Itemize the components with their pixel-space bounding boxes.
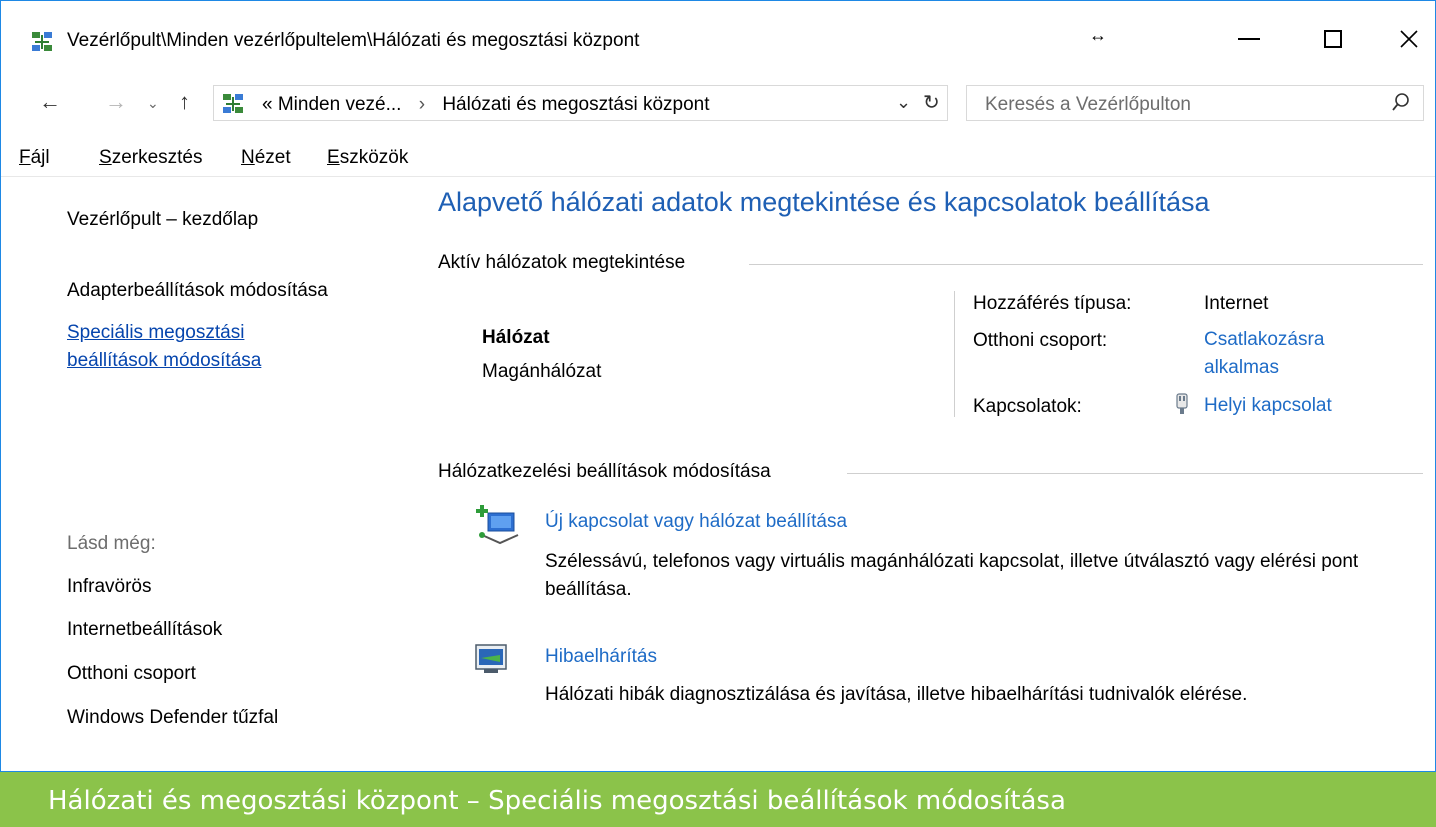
search-icon[interactable]: [1391, 92, 1411, 114]
troubleshoot-description: Hálózati hibák diagnosztizálása és javít…: [545, 684, 1248, 705]
breadcrumb-parent[interactable]: Minden vezé...: [278, 94, 402, 115]
divider: [954, 291, 955, 417]
minimize-icon: [1238, 38, 1260, 40]
address-dropdown-icon[interactable]: ⌄: [896, 92, 911, 113]
see-also-heading: Lásd még:: [67, 533, 156, 554]
homegroup-link[interactable]: Csatlakozásra alkalmas: [1204, 326, 1324, 382]
access-type-value: Internet: [1204, 293, 1269, 314]
control-panel-window: Vezérlőpult\Minden vezérlőpultelem\Hálóz…: [0, 0, 1436, 772]
sidebar-item-internet-options[interactable]: Internetbeállítások: [67, 619, 222, 641]
menu-edit[interactable]: Szerkesztés: [99, 147, 203, 169]
divider: [847, 473, 1423, 474]
breadcrumb-overflow[interactable]: «: [262, 94, 273, 115]
network-center-icon: [32, 32, 52, 51]
troubleshoot-icon: [475, 644, 507, 673]
menu-file[interactable]: Fájl: [19, 147, 50, 169]
menu-tools[interactable]: Eszközök: [327, 147, 408, 169]
forward-arrow-icon[interactable]: →: [105, 89, 127, 115]
menu-view[interactable]: Nézet: [241, 147, 291, 169]
network-type: Magánhálózat: [482, 361, 602, 382]
close-icon: [1400, 30, 1418, 48]
title-bar: Vezérlőpult\Minden vezérlőpultelem\Hálóz…: [1, 1, 1435, 81]
ethernet-adapter-icon: [1176, 393, 1188, 414]
menu-bar: Fájl Szerkesztés Nézet Eszközök: [1, 141, 1435, 177]
maximize-icon: [1324, 30, 1342, 48]
breadcrumb-separator-icon[interactable]: ›: [419, 94, 425, 115]
sidebar-item-homegroup[interactable]: Otthoni csoport: [67, 663, 196, 685]
caption-text: Hálózati és megosztási központ – Speciál…: [48, 786, 1066, 816]
address-bar[interactable]: « Minden vezé... › Hálózati és megosztás…: [213, 85, 948, 121]
sidebar-item-home[interactable]: Vezérlőpult – kezdőlap: [67, 209, 258, 231]
breadcrumb-current[interactable]: Hálózati és megosztási központ: [442, 94, 709, 115]
local-connection-link[interactable]: Helyi kapcsolat: [1204, 392, 1332, 420]
connections-label: Kapcsolatok:: [973, 396, 1082, 417]
caption-banner: Hálózati és megosztási központ – Speciál…: [0, 772, 1436, 827]
settings-section-heading: Hálózatkezelési beállítások módosítása: [438, 461, 771, 482]
sidebar-item-adapter-settings[interactable]: Adapterbeállítások módosítása: [67, 280, 328, 302]
network-name: Hálózat: [482, 327, 550, 348]
new-connection-description: Szélessávú, telefonos vagy virtuális mag…: [545, 551, 1359, 600]
new-connection-icon: [476, 505, 519, 545]
back-arrow-icon[interactable]: ←: [39, 89, 61, 115]
minimize-button[interactable]: [1219, 19, 1279, 59]
sidebar-item-infrared[interactable]: Infravörös: [67, 576, 151, 598]
network-center-icon: [223, 94, 243, 113]
troubleshoot-link[interactable]: Hibaelhárítás: [545, 646, 657, 668]
navigation-bar: ← → ⌄ ↑ « Minden vezé... › Hálózati és m…: [1, 81, 1435, 125]
refresh-icon[interactable]: ↻: [923, 90, 940, 115]
search-box[interactable]: Keresés a Vezérlőpulton: [966, 85, 1424, 121]
divider: [749, 264, 1423, 265]
access-type-label: Hozzáférés típusa:: [973, 293, 1132, 314]
up-arrow-icon[interactable]: ↑: [179, 89, 190, 115]
page-title: Alapvető hálózati adatok megtekintése és…: [438, 187, 1210, 217]
new-connection-link[interactable]: Új kapcsolat vagy hálózat beállítása: [545, 511, 847, 533]
recent-locations-chevron-icon[interactable]: ⌄: [147, 95, 159, 112]
resize-cursor-icon: ↔: [1089, 25, 1107, 45]
close-button[interactable]: [1379, 19, 1436, 59]
breadcrumb: « Minden vezé... › Hálózati és megosztás…: [262, 94, 710, 116]
homegroup-label: Otthoni csoport:: [973, 330, 1108, 351]
active-networks-heading: Aktív hálózatok megtekintése: [438, 252, 686, 273]
window-title: Vezérlőpult\Minden vezérlőpultelem\Hálóz…: [67, 30, 640, 51]
sidebar-item-advanced-sharing[interactable]: Speciális megosztási beállítások módosít…: [67, 319, 261, 375]
sidebar-item-firewall[interactable]: Windows Defender tűzfal: [67, 707, 278, 729]
search-input[interactable]: Keresés a Vezérlőpulton: [985, 94, 1191, 116]
maximize-button[interactable]: [1303, 19, 1363, 59]
